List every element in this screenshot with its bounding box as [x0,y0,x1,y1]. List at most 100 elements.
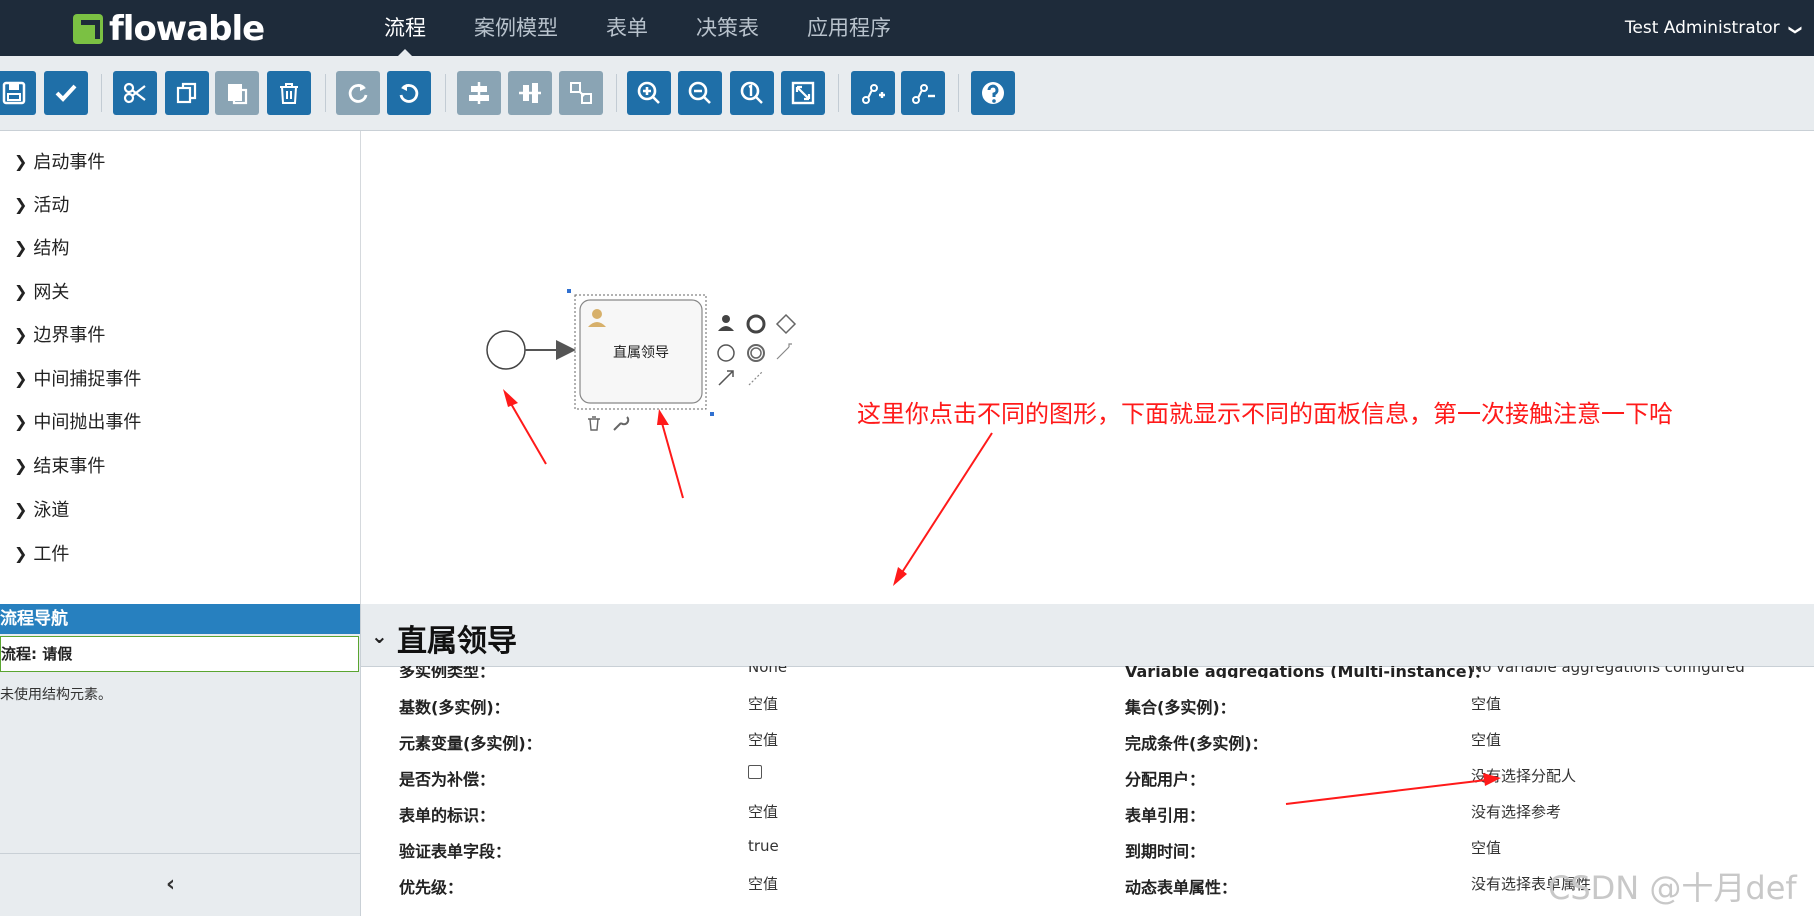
zoom-actual-button[interactable] [730,71,774,115]
nav-apps[interactable]: 应用程序 [783,0,915,56]
align-vertical-button[interactable] [508,71,552,115]
cut-button[interactable] [113,71,157,115]
palette-group-boundary-events[interactable]: ❯ 边界事件 [14,321,105,347]
user-menu[interactable]: Test Administrator ❯ [1624,0,1803,58]
append-intermediate-event-icon[interactable] [717,344,735,362]
diagram-svg [486,289,993,586]
zoom-in-button[interactable] [627,71,671,115]
prop-label-collection: 集合(多实例)： [1125,698,1236,717]
toolbar-separator [325,74,326,112]
prop-value-assignment[interactable]: 没有选择分配人 [1471,765,1576,786]
navigator-title: 流程导航 [0,604,360,634]
selection-handle[interactable] [567,289,571,293]
top-navigation-bar: flowable 流程 案例模型 表单 决策表 应用程序 Test Admini… [0,0,1814,56]
chevron-down-icon: ⌄ [371,624,388,648]
zoom-fit-button[interactable] [781,71,825,115]
prop-value-collection[interactable]: 空值 [1471,693,1501,714]
copy-button[interactable] [165,71,209,115]
palette-group-label: 工件 [33,544,70,565]
validate-button[interactable] [44,71,88,115]
start-event[interactable] [486,330,526,370]
delete-button[interactable] [267,71,311,115]
save-button[interactable] [0,71,36,115]
palette-group-gateways[interactable]: ❯ 网关 [14,278,69,304]
palette-group-intermediate-catch[interactable]: ❯ 中间捕捉事件 [14,365,141,391]
properties-header[interactable]: ⌄ 直属领导 [361,604,1814,667]
append-gateway-icon[interactable] [775,313,797,335]
wrench-icon[interactable] [613,416,630,431]
logo-text: flowable [109,9,265,49]
prop-value-variable-aggregations[interactable]: No variable aggregations configured [1471,666,1745,676]
delete-shape-icon[interactable] [588,416,600,431]
prop-label-cardinality: 基数(多实例)： [399,698,510,717]
undo-button[interactable] [387,71,431,115]
nav-case-model[interactable]: 案例模型 [450,0,582,56]
align-horizontal-button[interactable] [457,71,501,115]
palette-group-start-events[interactable]: ❯ 启动事件 [14,148,105,174]
palette-group-swimlanes[interactable]: ❯ 泳道 [14,496,69,522]
same-size-icon [570,82,592,104]
chevron-right-icon: ❯ [14,543,28,563]
palette-group-structural[interactable]: ❯ 结构 [14,234,69,260]
palette-group-label: 网关 [33,282,70,303]
zoom-in-icon [637,81,660,104]
association-icon[interactable] [748,370,764,386]
prop-value-multi-instance-type[interactable]: None [748,666,787,676]
text-annotation-icon[interactable] [776,343,792,360]
palette-group-end-events[interactable]: ❯ 结束事件 [14,452,105,478]
add-bendpoint-button[interactable] [851,71,895,115]
check-icon [55,84,77,102]
palette-group-label: 泳道 [33,500,70,521]
compensation-checkbox[interactable] [748,765,762,779]
prop-value-validate-form-fields[interactable]: true [748,837,779,855]
chevron-right-icon: ❯ [14,455,28,475]
prop-value-form-key[interactable]: 空值 [748,801,778,822]
prop-value-form-reference[interactable]: 没有选择参考 [1471,801,1561,822]
prop-value-element-variable[interactable]: 空值 [748,729,778,750]
toolbar-separator [958,74,959,112]
nav-decision-tables[interactable]: 决策表 [672,0,783,56]
prop-label-text: Variable aggregations (Multi-instance)： [1125,666,1490,678]
collapse-left-icon[interactable]: ‹ [166,872,175,897]
csdn-watermark: CSDN @十月def [1548,869,1797,907]
append-user-task-icon[interactable] [722,315,730,323]
redo-button[interactable] [336,71,380,115]
add-bendpoint-icon [862,84,885,104]
task-label: 直属领导 [613,345,669,361]
palette-group-intermediate-throw[interactable]: ❯ 中间抛出事件 [14,408,141,434]
navigator-process-item[interactable]: 流程: 请假 [0,636,359,672]
palette-group-artifacts[interactable]: ❯ 工件 [14,540,69,566]
paste-button[interactable] [215,71,259,115]
process-navigator: 流程导航 流程: 请假 未使用结构元素。 ‹ [0,604,361,916]
prop-label-form-key: 表单的标识： [399,806,496,825]
help-icon [982,82,1004,104]
chevron-right-icon: ❯ [14,324,28,344]
annotation-text: 这里你点击不同的图形，下面就显示不同的面板信息，第一次接触注意一下哈 [857,400,1673,428]
chevron-right-icon: ❯ [14,194,28,214]
chevron-down-icon: ❯ [1787,24,1803,36]
selection-handle[interactable] [710,412,714,416]
align-horizontal-icon [469,82,489,104]
user-name: Test Administrator [1624,18,1780,38]
chevron-right-icon: ❯ [14,151,28,171]
zoom-out-button[interactable] [678,71,722,115]
redo-icon [348,84,368,103]
remove-bendpoint-icon [912,84,935,104]
save-icon [2,81,26,105]
palette-group-activities[interactable]: ❯ 活动 [14,191,69,217]
connect-flow-icon[interactable] [718,370,734,386]
nav-forms[interactable]: 表单 [582,0,672,56]
prop-value-completion-condition[interactable]: 空值 [1471,729,1501,750]
remove-bendpoint-button[interactable] [901,71,945,115]
nav-process[interactable]: 流程 [360,0,450,56]
chevron-right-icon: ❯ [14,499,28,519]
flowable-logo[interactable]: flowable [73,9,265,49]
diagram-canvas[interactable]: 直属领导 [361,131,1814,604]
append-end-event-icon[interactable] [746,314,766,334]
prop-value-due-date[interactable]: 空值 [1471,837,1501,858]
same-size-button[interactable] [559,71,603,115]
help-button[interactable] [971,71,1015,115]
prop-value-cardinality[interactable]: 空值 [748,693,778,714]
prop-value-text: None [748,666,788,676]
prop-value-priority[interactable]: 空值 [748,873,778,894]
